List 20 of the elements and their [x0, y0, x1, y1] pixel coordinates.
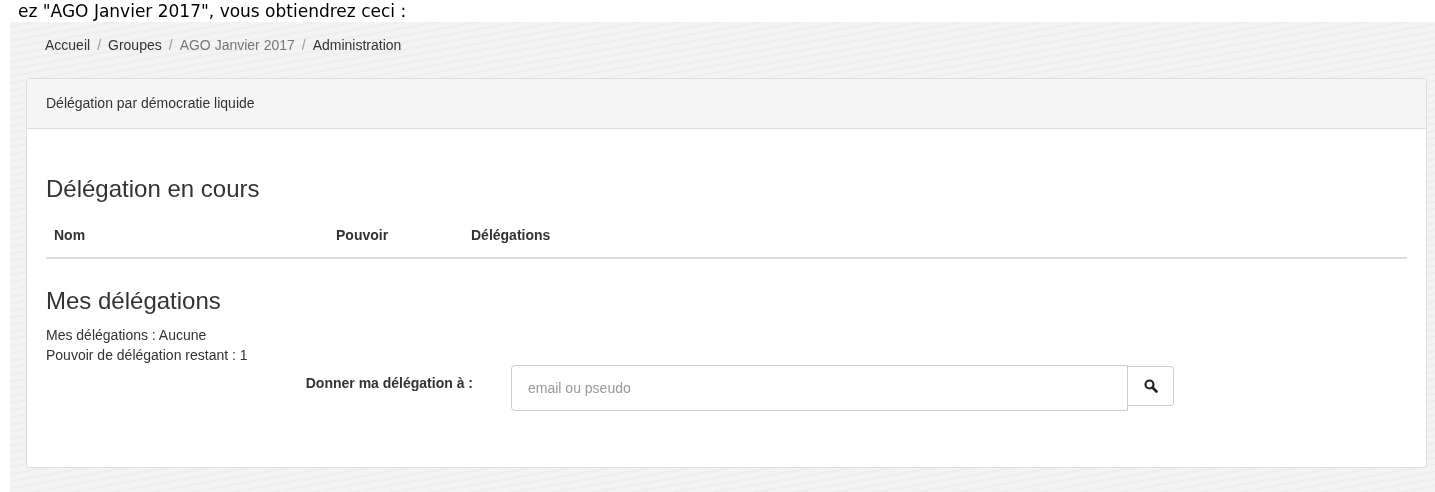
column-header: Nom	[54, 227, 86, 243]
section-heading: Mes délégations	[46, 287, 222, 315]
breadcrumb-separator: /	[168, 35, 173, 55]
breadcrumb-separator: /	[301, 35, 306, 55]
panel-header: Délégation par démocratie liquide	[27, 79, 1426, 129]
column-header: Délégations	[471, 227, 551, 243]
breadcrumb-link[interactable]: Groupes	[108, 34, 162, 56]
breadcrumb-link[interactable]: AGO Janvier 2017	[179, 34, 295, 56]
info-text: Pouvoir de délégation restant : 1	[46, 346, 249, 365]
search-icon	[1143, 379, 1158, 393]
search-button[interactable]	[1128, 366, 1174, 406]
column-header: Pouvoir	[336, 227, 389, 243]
caption-text: ez "AGO Janvier 2017", vous obtiendrez ceci :	[18, 1, 407, 21]
info-text: Mes délégations : Aucune	[46, 326, 208, 345]
breadcrumb-separator: /	[97, 35, 102, 55]
breadcrumb-link[interactable]: Administration	[312, 34, 402, 56]
breadcrumb-link[interactable]: Accueil	[45, 34, 91, 56]
section-heading: Délégation en cours	[46, 175, 261, 203]
field-label: Donner ma délégation à :	[305, 374, 473, 393]
search-field[interactable]: email ou pseudo	[511, 365, 1128, 411]
